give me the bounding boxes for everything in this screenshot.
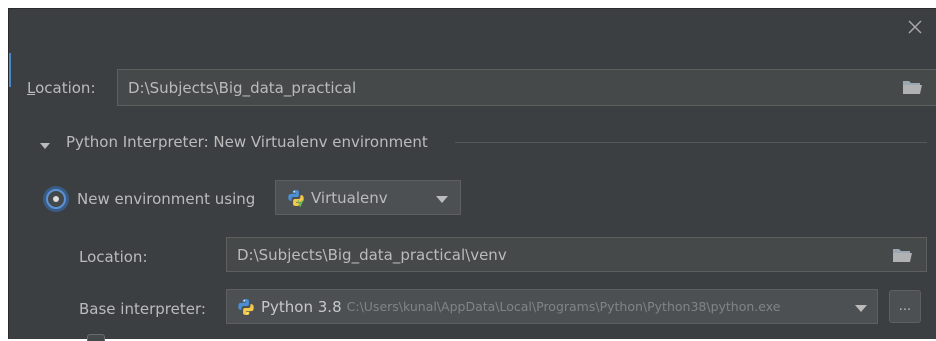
environment-tool-dropdown[interactable]: Virtualenv	[275, 180, 461, 215]
folder-open-icon[interactable]	[892, 247, 914, 263]
folder-open-icon[interactable]	[902, 79, 924, 95]
project-location-label: Location:	[27, 79, 96, 97]
new-project-dialog: Location: D:\Subjects\Big_data_practical…	[8, 8, 936, 341]
base-interpreter-label: Base interpreter:	[79, 300, 206, 318]
browse-interpreter-button[interactable]: ...	[889, 290, 921, 323]
base-interpreter-dropdown[interactable]: Python 3.8 C:\Users\kunal\AppData\Local\…	[226, 289, 878, 324]
location-label-text: ocation:	[35, 79, 96, 97]
python-virtualenv-icon	[287, 189, 305, 207]
project-location-value: D:\Subjects\Big_data_practical	[128, 78, 357, 97]
venv-location-input[interactable]: D:\Subjects\Big_data_practical\venv	[226, 237, 927, 272]
new-environment-label[interactable]: New environment using	[77, 190, 255, 208]
checkbox-partial[interactable]	[87, 334, 105, 341]
radio-selected-dot	[53, 196, 59, 202]
python-icon	[237, 298, 255, 316]
venv-location-value: D:\Subjects\Big_data_practical\venv	[237, 245, 507, 264]
close-icon[interactable]	[906, 18, 924, 36]
location-label-mnemonic: L	[27, 79, 36, 97]
focus-indicator	[9, 53, 11, 87]
triangle-down-icon[interactable]	[40, 136, 50, 149]
environment-tool-value: Virtualenv	[311, 188, 388, 207]
base-interpreter-path: C:\Users\kunal\AppData\Local\Programs\Py…	[346, 299, 781, 314]
interpreter-section-title[interactable]: Python Interpreter: New Virtualenv envir…	[66, 133, 428, 151]
base-interpreter-name: Python 3.8	[261, 297, 342, 316]
chevron-down-icon	[436, 196, 448, 203]
project-location-input[interactable]: D:\Subjects\Big_data_practical	[117, 69, 936, 106]
chevron-down-icon	[855, 305, 867, 312]
venv-location-label: Location:	[79, 248, 148, 266]
section-divider	[455, 142, 927, 143]
new-environment-radio[interactable]	[46, 189, 66, 209]
